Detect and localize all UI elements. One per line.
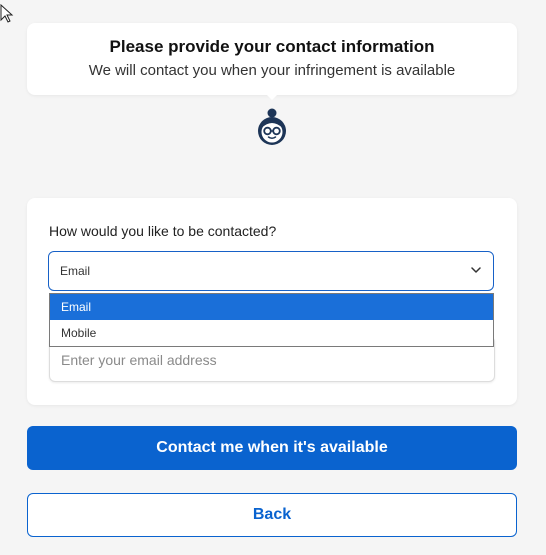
email-field-placeholder: Enter your email address	[61, 352, 217, 368]
contact-method-selected-value: Email	[60, 264, 91, 278]
contact-method-dropdown-list: Email Mobile	[49, 293, 494, 347]
page-subtitle: We will contact you when your infringeme…	[88, 62, 456, 79]
contact-form-card: How would you like to be contacted? Emai…	[27, 198, 517, 405]
dropdown-option-mobile[interactable]: Mobile	[50, 320, 493, 346]
page-title: Please provide your contact information	[109, 37, 435, 56]
speech-pointer	[264, 92, 280, 100]
contact-method-label: How would you like to be contacted?	[49, 223, 277, 239]
agent-avatar-icon	[258, 108, 286, 145]
info-header-card: Please provide your contact information …	[27, 23, 517, 95]
contact-method-select[interactable]: Email	[48, 251, 494, 291]
contact-me-button[interactable]: Contact me when it's available	[27, 426, 517, 470]
chevron-down-icon	[471, 267, 481, 273]
dropdown-option-email[interactable]: Email	[50, 294, 493, 320]
mouse-cursor-icon	[0, 4, 14, 23]
back-button[interactable]: Back	[27, 493, 517, 537]
